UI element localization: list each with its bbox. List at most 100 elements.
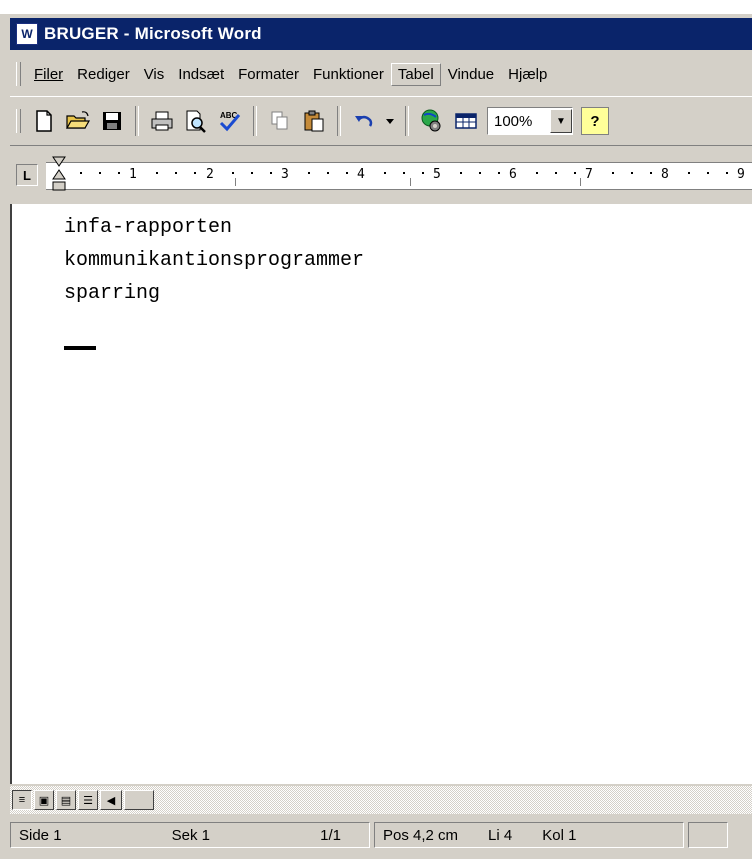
ruler-tick (650, 172, 652, 174)
normal-view-icon: ≡ (18, 794, 26, 806)
insert-table-icon (455, 113, 477, 129)
menu-filer[interactable]: Filer (27, 63, 70, 86)
menu-hjaelp[interactable]: Hjælp (501, 63, 554, 86)
ruler-tick (460, 172, 462, 174)
menu-formater-label: Formater (238, 65, 299, 83)
ruler-tick (574, 172, 576, 174)
ruler-tick (555, 172, 557, 174)
print-layout-view-button[interactable]: ▤ (56, 790, 76, 810)
menu-indsaet-label: Indsæt (178, 65, 225, 83)
menu-funktioner[interactable]: Funktioner (306, 63, 391, 86)
paste-button[interactable] (298, 105, 330, 137)
ruler-number: 9 (737, 167, 745, 182)
ruler-number: 6 (509, 167, 517, 182)
zoom-value[interactable]: 100% (488, 113, 550, 130)
status-position[interactable]: Pos 4,2 cm Li 4 Kol 1 (374, 822, 684, 848)
ruler-number: 2 (206, 167, 214, 182)
ruler-tick (422, 172, 424, 174)
status-page-section[interactable]: Side 1 Sek 1 1/1 (10, 822, 370, 848)
print-layout-icon: ▤ (60, 794, 72, 807)
document-line[interactable]: infa-rapporten (64, 216, 232, 239)
ruler-tick (175, 172, 177, 174)
insert-table-button[interactable] (450, 105, 482, 137)
paste-icon (304, 110, 324, 132)
undo-button[interactable] (348, 105, 380, 137)
print-button[interactable] (146, 105, 178, 137)
ruler-tick (726, 172, 728, 174)
web-toolbar-button[interactable] (416, 105, 448, 137)
tab-selector[interactable]: L (16, 164, 38, 186)
ruler-number: 1 (129, 167, 137, 182)
ruler-tick (327, 172, 329, 174)
toolbar-separator (253, 106, 257, 136)
status-line: Li 4 (488, 826, 513, 844)
title-bar[interactable]: W BRUGER - Microsoft Word (10, 18, 752, 50)
ruler-tick (251, 172, 253, 174)
menu-tabel-label: Tabel (397, 65, 434, 83)
ruler-tick (270, 172, 272, 174)
save-button[interactable] (96, 105, 128, 137)
normal-view-button[interactable]: ≡ (12, 790, 32, 810)
word-app-icon[interactable]: W (16, 23, 38, 45)
desktop-strip (0, 0, 752, 14)
outline-view-button[interactable]: ☰ (78, 790, 98, 810)
status-pos: Pos 4,2 cm (383, 826, 459, 844)
new-document-button[interactable] (28, 105, 60, 137)
menu-funktioner-label: Funktioner (312, 65, 384, 83)
menu-tabel[interactable]: Tabel (390, 62, 441, 86)
menu-grip[interactable] (16, 62, 21, 86)
ruler-tick (99, 172, 101, 174)
print-preview-button[interactable] (180, 105, 212, 137)
window-title: BRUGER - Microsoft Word (44, 24, 262, 43)
ruler-tick (479, 172, 481, 174)
ruler-tick (707, 172, 709, 174)
status-rec-indicator[interactable] (688, 822, 728, 848)
menu-filer-label: Filer (34, 65, 64, 83)
undo-dropdown-button[interactable] (382, 105, 398, 137)
menu-rediger-label: Rediger (77, 65, 130, 83)
document-line[interactable]: kommunikantionsprogrammer (64, 249, 364, 272)
ruler-tick (688, 172, 690, 174)
zoom-dropdown-arrow[interactable]: ▼ (550, 109, 572, 133)
ruler-number: 8 (661, 167, 669, 182)
status-bar: Side 1 Sek 1 1/1 Pos 4,2 cm Li 4 Kol 1 (10, 818, 752, 852)
horizontal-scroll-thumb[interactable] (124, 790, 154, 810)
menu-indsaet[interactable]: Indsæt (171, 63, 231, 86)
web-layout-view-button[interactable]: ▣ (34, 790, 54, 810)
zoom-combobox[interactable]: 100% ▼ (487, 107, 573, 135)
save-disk-icon (103, 112, 121, 130)
ruler-strip (46, 162, 752, 190)
open-folder-icon (65, 111, 91, 129)
office-assistant-button[interactable]: ? (581, 107, 609, 135)
ruler-tab-stop (235, 178, 236, 186)
word-window: W BRUGER - Microsoft Word Filer Rediger … (0, 0, 752, 859)
status-column: Kol 1 (542, 826, 577, 844)
web-globe-icon (421, 109, 441, 132)
ruler-tab-stop (410, 178, 411, 186)
ruler-number: 4 (357, 167, 365, 182)
ruler-tick (631, 172, 633, 174)
open-button[interactable] (62, 105, 94, 137)
scroll-left-button[interactable]: ◀ (100, 790, 122, 810)
menu-vis[interactable]: Vis (137, 63, 172, 86)
document-line[interactable]: sparring (64, 282, 160, 305)
arrow-left-icon: ◀ (106, 794, 116, 807)
web-layout-icon: ▣ (38, 794, 50, 807)
status-page: Side 1 (19, 826, 62, 844)
ruler-tick (498, 172, 500, 174)
indent-markers-icon[interactable] (52, 156, 66, 196)
menu-formater[interactable]: Formater (231, 63, 306, 86)
menu-hjaelp-label: Hjælp (508, 65, 548, 83)
menu-vindue[interactable]: Vindue (441, 63, 501, 86)
print-preview-icon (186, 110, 206, 133)
outline-view-icon: ☰ (83, 794, 93, 807)
ruler-tick (308, 172, 310, 174)
horizontal-ruler[interactable]: L 1 2 3 4 5 6 7 8 9 (10, 154, 752, 204)
copy-button[interactable] (264, 105, 296, 137)
spelling-button[interactable]: ABC (214, 105, 246, 137)
toolbar-grip[interactable] (16, 109, 21, 133)
toolbar-separator (405, 106, 409, 136)
menu-rediger[interactable]: Rediger (70, 63, 137, 86)
document-area[interactable]: infa-rapporten kommunikantionsprogrammer… (10, 204, 752, 784)
ruler-number: 5 (433, 167, 441, 182)
